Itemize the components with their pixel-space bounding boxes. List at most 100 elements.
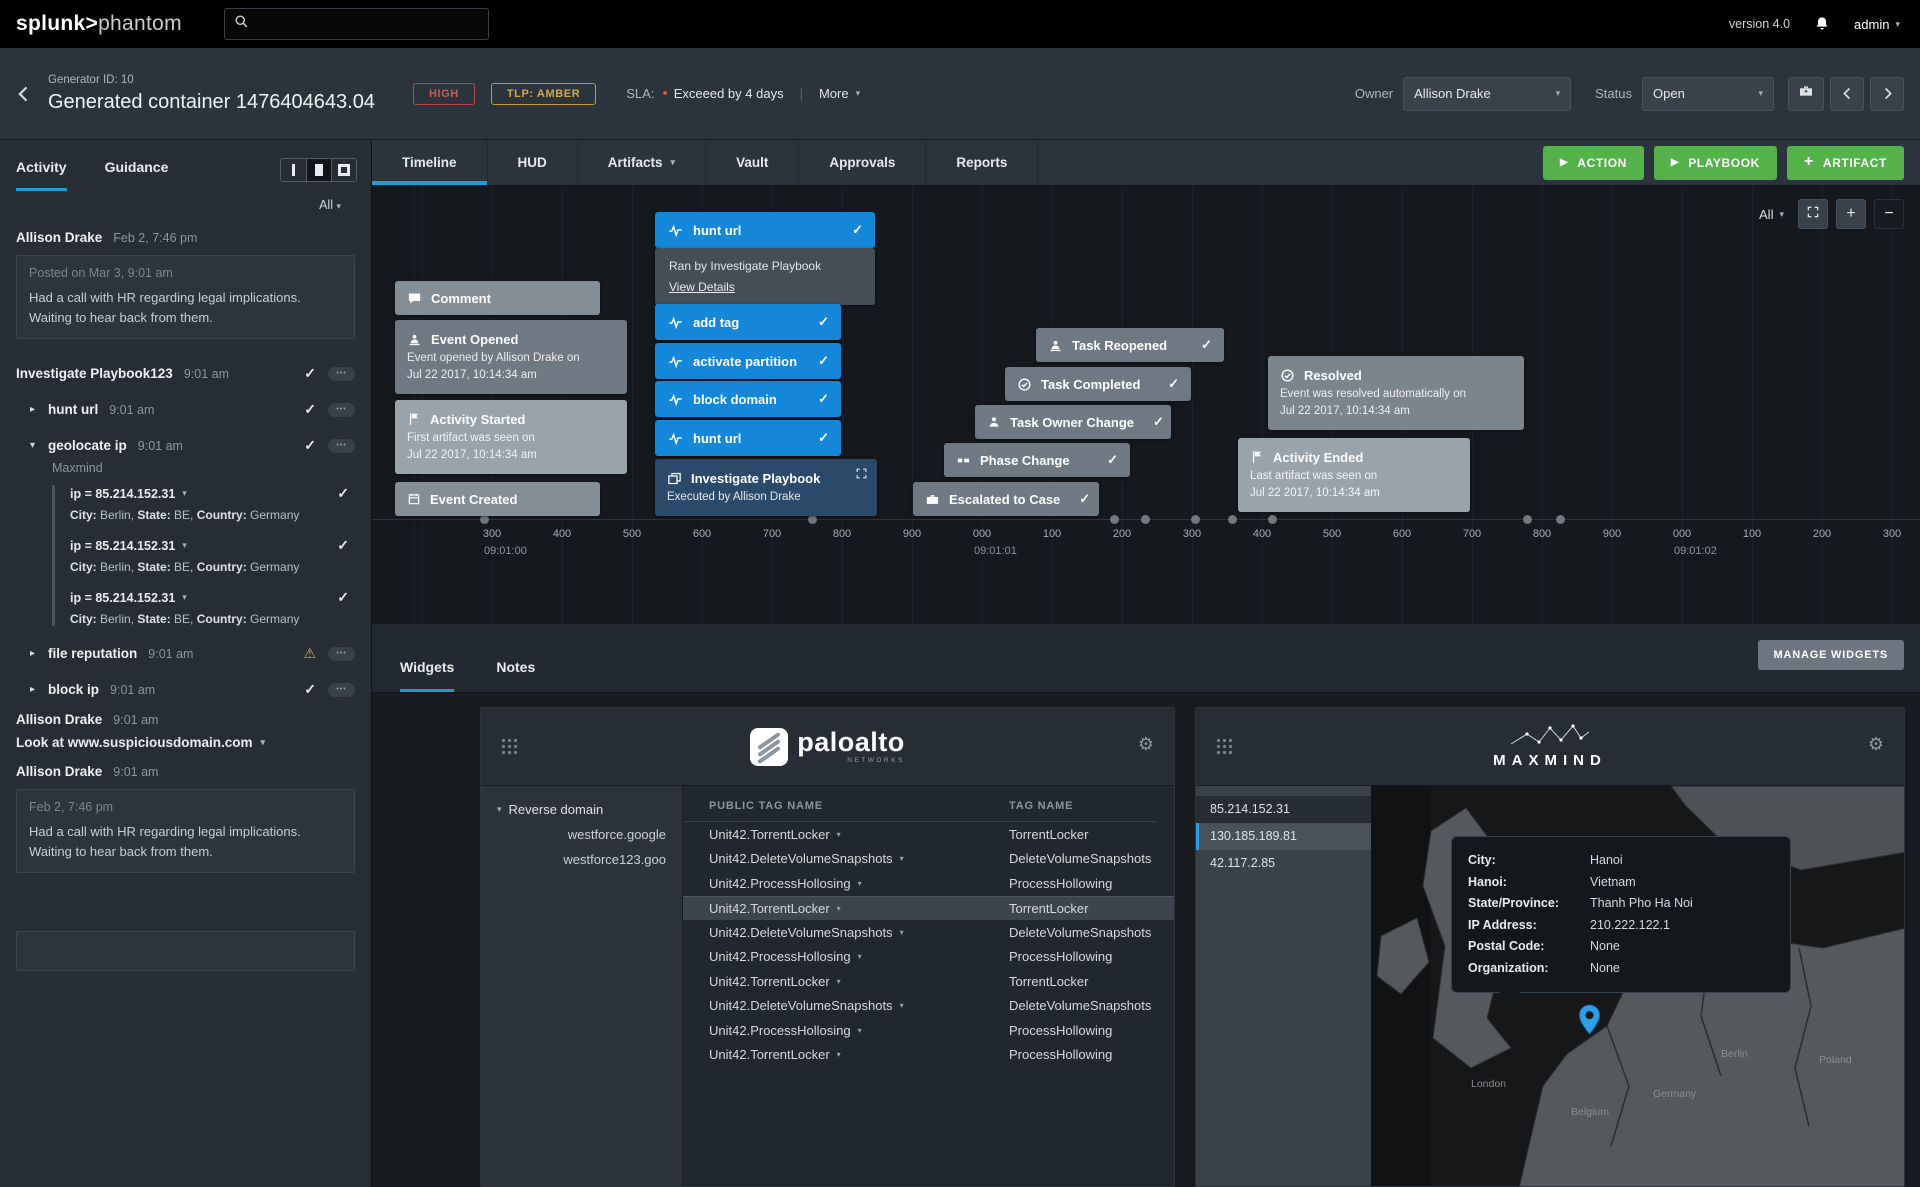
table-row[interactable]: Unit42.DeleteVolumeSnapshots▾DeleteVolum… [683,920,1174,945]
manage-widgets-button[interactable]: MANAGE WIDGETS [1758,640,1904,670]
table-row[interactable]: Unit42.TorrentLocker▾TorrentLocker [683,969,1174,994]
view-compact-button[interactable] [281,159,306,181]
tree-root-reverse-domain[interactable]: ▾ Reverse domain [497,802,668,817]
row-menu-button[interactable]: ••• [328,439,355,453]
map-pin-icon[interactable] [1578,1004,1601,1040]
activity-filter[interactable]: All ▾ [0,192,371,216]
tab-vault[interactable]: Vault [706,140,799,185]
post-box[interactable]: Posted on Mar 3, 9:01 am Had a call with… [16,255,355,339]
table-row[interactable]: Unit42.ProcessHollosing▾ProcessHollowing [683,1018,1174,1043]
chevron-down-icon[interactable]: ▾ [900,928,904,937]
task-completed-card[interactable]: Task Completed✓ [1005,367,1191,401]
table-row[interactable]: Unit42.DeleteVolumeSnapshots▾DeleteVolum… [683,994,1174,1019]
zoom-out-button[interactable]: − [1874,199,1904,229]
task-reopened-card[interactable]: Task Reopened✓ [1036,328,1224,362]
chevron-down-icon[interactable]: ▾ [837,830,841,839]
view-normal-button[interactable] [306,159,331,181]
tree-item[interactable]: westforce.google [497,817,668,842]
table-row[interactable]: Unit42.DeleteVolumeSnapshots▾DeleteVolum… [683,847,1174,872]
geo-result-item[interactable]: ip = 85.214.152.31▾✓City: Berlin, State:… [70,485,355,522]
chevron-down-icon[interactable]: ▾ [837,977,841,986]
chevron-down-icon[interactable]: ▾ [858,952,862,961]
drag-handle-icon[interactable] [1216,738,1233,755]
more-menu[interactable]: More ▾ [819,86,860,101]
chevron-right-icon[interactable]: ▸ [30,404,40,415]
tab-reports[interactable]: Reports [926,140,1038,185]
row-menu-button[interactable]: ••• [328,367,355,381]
artifact-button[interactable]: +ARTIFACT [1787,146,1904,180]
tab-widgets[interactable]: Widgets [400,659,454,692]
user-menu[interactable]: admin ▾ [1854,17,1900,32]
ip-list-item[interactable]: 85.214.152.31 [1196,796,1371,823]
ip-list-item[interactable]: 130.185.189.81 [1196,823,1371,850]
view-details-link[interactable]: View Details [669,278,735,296]
block-domain-card[interactable]: block domain✓ [655,381,841,417]
escalated-to-case-card[interactable]: Escalated to Case✓ [913,482,1099,516]
severity-badge[interactable]: HIGH [413,83,475,105]
geo-result-item[interactable]: ip = 85.214.152.31▾✓City: Berlin, State:… [70,537,355,574]
action-row-block-ip[interactable]: ▸ block ip 9:01 am ✓ ••• [16,681,355,698]
tlp-badge[interactable]: TLP: AMBER [491,83,596,105]
activate-partition-card[interactable]: activate partition✓ [655,343,841,379]
chevron-down-icon[interactable]: ▾ [858,879,862,888]
action-row-geolocate-ip[interactable]: ▾ geolocate ip 9:01 am ✓ ••• [16,437,355,454]
gear-icon[interactable]: ⚙ [1868,734,1884,755]
search-input[interactable] [257,17,479,32]
chevron-right-icon[interactable]: ▸ [30,648,40,659]
tab-artifacts[interactable]: Artifacts▾ [578,140,706,185]
playbook-run-row[interactable]: Investigate Playbook123 9:01 am ✓ ••• [16,365,355,382]
back-button[interactable] [0,84,48,104]
geo-result-item[interactable]: ip = 85.214.152.31▾✓City: Berlin, State:… [70,589,355,626]
chevron-down-icon[interactable]: ▾ [837,904,841,913]
table-row[interactable]: Unit42.ProcessHollosing▾ProcessHollowing [683,945,1174,970]
tab-hud[interactable]: HUD [488,140,578,185]
playbook-button[interactable]: ▶PLAYBOOK [1654,146,1777,180]
action-button[interactable]: ▶ACTION [1543,146,1644,180]
gear-icon[interactable]: ⚙ [1138,734,1154,755]
row-menu-button[interactable]: ••• [328,647,355,661]
tab-guidance[interactable]: Guidance [105,159,169,191]
chevron-down-icon[interactable]: ▾ [30,440,40,451]
event-created-card[interactable]: Event Created [395,482,600,516]
ip-list-item[interactable]: 42.117.2.85 [1196,850,1371,877]
geo-result-param-row[interactable]: ip = 85.214.152.31▾✓ [70,485,355,502]
chevron-down-icon[interactable]: ▾ [837,1050,841,1059]
investigate-playbook-card[interactable]: Investigate PlaybookExecuted by Allison … [655,459,877,516]
zoom-in-button[interactable]: + [1836,199,1866,229]
case-button[interactable] [1788,77,1824,111]
phase-change-card[interactable]: Phase Change✓ [944,443,1130,477]
drag-handle-icon[interactable] [501,738,518,755]
add-tag-card[interactable]: add tag✓ [655,304,841,340]
geo-map[interactable]: City:HanoiHanoi:VietnamState/Province:Th… [1371,786,1904,1186]
activity-started-card[interactable]: Activity StartedFirst artifact was seen … [395,400,627,474]
tab-activity[interactable]: Activity [16,159,67,191]
resolved-card[interactable]: ResolvedEvent was resolved automatically… [1268,356,1524,430]
hunt-url-card-1[interactable]: hunt url✓ [655,212,875,248]
next-container-button[interactable] [1870,77,1904,111]
row-menu-button[interactable]: ••• [328,683,355,697]
status-select[interactable]: Open ▾ [1642,77,1774,111]
hunt-url-card-2[interactable]: hunt url✓ [655,420,841,456]
chevron-down-icon[interactable]: ▾ [858,1026,862,1035]
activity-ended-card[interactable]: Activity EndedLast artifact was seen onJ… [1238,438,1470,512]
post-box[interactable]: Feb 2, 7:46 pm Had a call with HR regard… [16,789,355,873]
tab-approvals[interactable]: Approvals [799,140,926,185]
post-box-partial[interactable] [16,931,355,971]
action-row-file-reputation[interactable]: ▸ file reputation 9:01 am ⚠ ••• [16,645,355,662]
timeline-filter[interactable]: All ▾ [1759,207,1784,222]
geo-result-param-row[interactable]: ip = 85.214.152.31▾✓ [70,589,355,606]
notifications-bell-icon[interactable] [1814,16,1830,32]
fullscreen-button[interactable] [1798,199,1828,229]
geo-result-param-row[interactable]: ip = 85.214.152.31▾✓ [70,537,355,554]
table-row[interactable]: Unit42.TorrentLocker▾ProcessHollowing [683,1043,1174,1068]
expand-icon[interactable] [855,467,868,485]
chevron-down-icon[interactable]: ▾ [900,1001,904,1010]
prev-container-button[interactable] [1830,77,1864,111]
global-search[interactable] [224,8,489,40]
task-owner-change-card[interactable]: Task Owner Change✓ [975,405,1171,439]
post-link-row[interactable]: Look at www.suspiciousdomain.com ▾ [16,735,355,750]
row-menu-button[interactable]: ••• [328,403,355,417]
chevron-right-icon[interactable]: ▸ [30,684,40,695]
owner-select[interactable]: Allison Drake ▾ [1403,77,1571,111]
table-row[interactable]: Unit42.ProcessHollosing▾ProcessHollowing [683,871,1174,896]
